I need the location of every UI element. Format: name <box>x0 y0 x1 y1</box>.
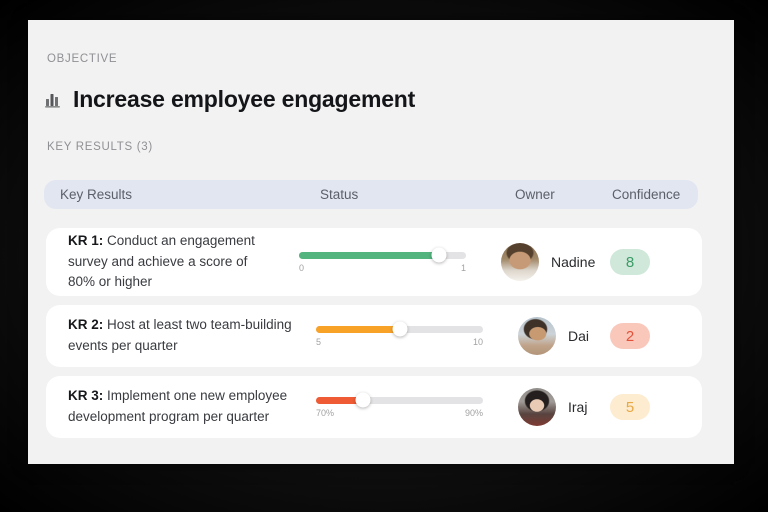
page-title: Increase employee engagement <box>73 86 416 112</box>
objective-label: OBJECTIVE <box>47 53 118 65</box>
bar-chart-icon <box>44 90 63 109</box>
slider-scale: 5 10 <box>316 337 483 347</box>
status-slider[interactable]: 70% 90% <box>316 392 483 418</box>
slider-handle[interactable] <box>355 392 371 408</box>
confidence-badge[interactable]: 2 <box>610 323 650 349</box>
owner-name: Dai <box>568 328 590 344</box>
slider-fill <box>299 251 440 259</box>
kr-label: KR 1: <box>68 232 104 248</box>
slider-max-label: 1 <box>460 262 466 273</box>
owner-avatar[interactable] <box>518 317 556 355</box>
kr-label: KR 3: <box>68 388 104 404</box>
owner-avatar[interactable] <box>518 388 556 426</box>
owner-avatar[interactable] <box>501 243 539 281</box>
slider-min-label: 0 <box>299 262 305 273</box>
table-header: Key Results Status Owner Confidence <box>44 180 698 209</box>
slider-scale: 0 1 <box>299 263 466 273</box>
key-result-text: KR 2: Host at least two team-building ev… <box>68 315 316 357</box>
key-result-text: KR 3: Implement one new employee develop… <box>68 386 316 428</box>
objective-title-row: Increase employee engagement <box>44 86 415 113</box>
slider-track[interactable] <box>299 247 466 263</box>
slider-min-label: 5 <box>316 336 322 347</box>
slider-track[interactable] <box>316 392 483 408</box>
slider-handle[interactable] <box>431 247 447 263</box>
slider-min-label: 70% <box>316 407 335 418</box>
confidence-badge[interactable]: 5 <box>610 394 650 420</box>
column-header-owner: Owner <box>515 187 555 202</box>
column-header-status: Status <box>320 187 359 202</box>
key-result-text: KR 1: Conduct an engagement survey and a… <box>68 231 270 294</box>
slider-track[interactable] <box>316 321 483 337</box>
key-results-count-label: KEY RESULTS (3) <box>47 141 153 153</box>
slider-handle[interactable] <box>392 321 407 337</box>
key-result-row-3[interactable]: KR 3: Implement one new employee develop… <box>46 376 702 438</box>
owner-name: Nadine <box>551 254 596 270</box>
owner-name: Iraj <box>568 399 588 415</box>
slider-max-label: 90% <box>464 407 483 418</box>
status-slider[interactable]: 0 1 <box>299 247 466 273</box>
key-result-row-2[interactable]: KR 2: Host at least two team-building ev… <box>46 305 702 367</box>
grunge-frame: OBJECTIVE Increase employee engagement K… <box>0 0 768 512</box>
column-header-key-results: Key Results <box>60 187 133 202</box>
okr-panel: OBJECTIVE Increase employee engagement K… <box>28 20 734 464</box>
slider-max-label: 10 <box>472 336 483 347</box>
slider-scale: 70% 90% <box>316 408 483 418</box>
kr-label: KR 2: <box>68 317 104 333</box>
confidence-badge[interactable]: 8 <box>610 249 650 275</box>
key-result-row-1[interactable]: KR 1: Conduct an engagement survey and a… <box>46 228 702 296</box>
column-header-confidence: Confidence <box>612 187 681 202</box>
status-slider[interactable]: 5 10 <box>316 321 483 347</box>
slider-fill <box>316 325 400 333</box>
